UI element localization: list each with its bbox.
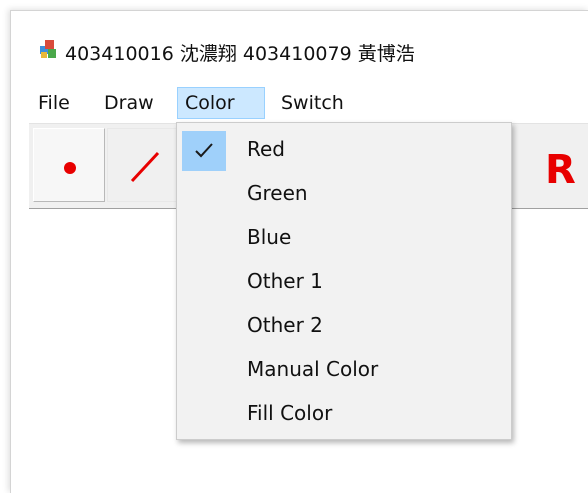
color-menu-item-green[interactable]: Green [179, 171, 509, 215]
color-dropdown-menu: Red Green Blue Other 1 Other 2 Manual Co… [176, 122, 512, 440]
color-menu-label: Blue [247, 225, 292, 249]
current-color-indicator: R [545, 147, 576, 193]
color-menu-item-blue[interactable]: Blue [179, 215, 509, 259]
line-icon [130, 151, 160, 183]
color-menu-label: Fill Color [247, 401, 333, 425]
color-menu-item-fill-color[interactable]: Fill Color [179, 391, 509, 435]
color-menu-label: Manual Color [247, 357, 379, 381]
checkmark-icon [195, 143, 213, 158]
app-icon [39, 39, 57, 59]
color-menu-item-other-2[interactable]: Other 2 [179, 303, 509, 347]
title-bar: 403410016 沈濃翔 403410079 黃博浩 [11, 11, 588, 81]
menu-file[interactable]: File [31, 87, 77, 119]
menu-bar: File Draw Color Switch [11, 87, 588, 119]
color-menu-label: Red [247, 137, 285, 161]
point-tool-button[interactable] [33, 128, 105, 202]
checkmark-highlight [182, 131, 226, 171]
color-menu-label: Other 2 [247, 313, 323, 337]
color-menu-label: Green [247, 181, 308, 205]
color-menu-item-other-1[interactable]: Other 1 [179, 259, 509, 303]
line-tool-button[interactable] [107, 128, 179, 202]
menu-draw[interactable]: Draw [97, 87, 161, 119]
color-menu-label: Other 1 [247, 269, 323, 293]
window-title: 403410016 沈濃翔 403410079 黃博浩 [65, 43, 415, 65]
color-menu-item-red[interactable]: Red [179, 127, 509, 171]
menu-color[interactable]: Color [177, 87, 265, 119]
menu-switch[interactable]: Switch [274, 87, 351, 119]
color-menu-item-manual-color[interactable]: Manual Color [179, 347, 509, 391]
point-icon [64, 162, 76, 174]
